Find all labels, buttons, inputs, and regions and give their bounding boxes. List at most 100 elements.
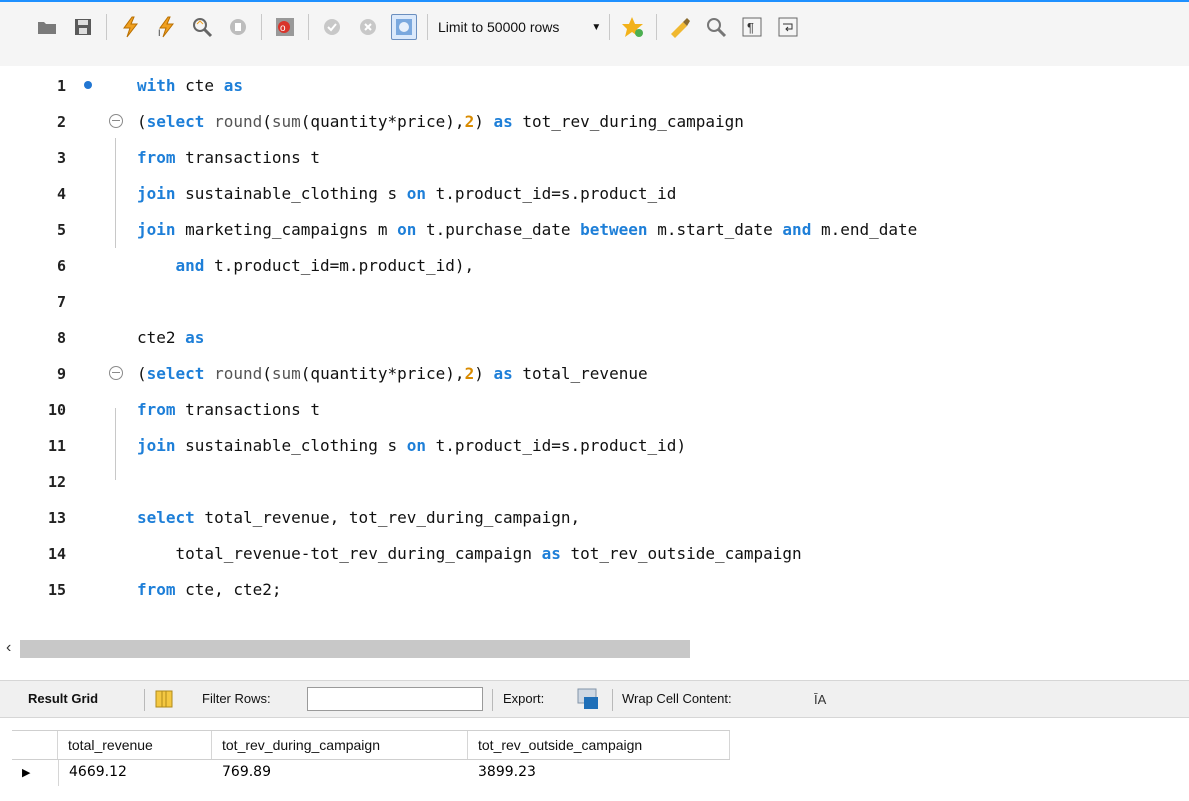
code-text: from transactions t bbox=[137, 400, 321, 419]
current-statement-marker-icon bbox=[84, 81, 92, 89]
table-cell[interactable]: 3899.23 bbox=[468, 760, 730, 786]
code-line[interactable]: 4 join sustainable_clothing s on t.produc… bbox=[0, 179, 1189, 209]
line-number: 15 bbox=[47, 581, 66, 599]
line-number: 9 bbox=[56, 365, 66, 383]
code-line[interactable]: 5 join marketing_campaigns m on t.purchas… bbox=[0, 215, 1189, 245]
scroll-left-icon[interactable]: ‹ bbox=[6, 639, 11, 657]
line-number: 7 bbox=[56, 293, 66, 311]
column-header[interactable]: tot_rev_during_campaign bbox=[212, 731, 468, 759]
code-line[interactable]: 8 cte2 as bbox=[0, 323, 1189, 353]
line-number: 4 bbox=[56, 185, 66, 203]
code-text: join sustainable_clothing s on t.product… bbox=[137, 184, 677, 203]
open-folder-icon[interactable] bbox=[34, 14, 60, 40]
toolbar-separator bbox=[144, 689, 145, 711]
filter-rows-label: Filter Rows: bbox=[202, 691, 271, 706]
commit-icon[interactable] bbox=[319, 14, 345, 40]
code-line[interactable]: 1 with cte as bbox=[0, 71, 1189, 101]
line-number: 8 bbox=[56, 329, 66, 347]
sql-editor[interactable]: 1 with cte as 2 (select round(sum(quantity*… bbox=[0, 66, 1189, 636]
code-line[interactable]: 15 from cte, cte2; bbox=[0, 575, 1189, 605]
toolbar-separator bbox=[106, 14, 107, 40]
code-line[interactable]: 7 bbox=[0, 287, 1189, 317]
bookmark-icon[interactable] bbox=[620, 14, 646, 40]
toggle-error-icon[interactable]: o bbox=[272, 14, 298, 40]
limit-rows-select[interactable]: Limit to 50000 rows ▼ bbox=[438, 14, 601, 40]
row-pointer-icon: ▶ bbox=[22, 766, 31, 779]
execute-icon[interactable] bbox=[117, 14, 143, 40]
code-line[interactable]: 13 select total_revenue, tot_rev_during_c… bbox=[0, 503, 1189, 533]
code-line[interactable]: 11 join sustainable_clothing s on t.produ… bbox=[0, 431, 1189, 461]
code-text: from transactions t bbox=[137, 148, 321, 167]
result-toolbar: Result Grid Filter Rows: Export: Wrap Ce… bbox=[0, 680, 1189, 718]
stop-icon[interactable] bbox=[225, 14, 251, 40]
line-number: 3 bbox=[56, 149, 66, 167]
code-text: join sustainable_clothing s on t.product… bbox=[137, 436, 687, 455]
row-header-corner bbox=[12, 731, 58, 759]
result-grid: total_revenue tot_rev_during_campaign to… bbox=[0, 720, 1189, 801]
code-text: cte2 as bbox=[137, 328, 205, 347]
svg-text:o: o bbox=[280, 23, 286, 34]
beautify-icon[interactable] bbox=[667, 14, 693, 40]
execute-current-icon[interactable]: I bbox=[153, 14, 179, 40]
code-text: with cte as bbox=[137, 76, 243, 95]
wrap-cell-label: Wrap Cell Content: bbox=[622, 691, 732, 706]
line-number: 6 bbox=[56, 257, 66, 275]
limit-rows-label: Limit to 50000 rows bbox=[438, 19, 560, 35]
line-number: 14 bbox=[47, 545, 66, 563]
wrap-cell-icon[interactable]: ĪA bbox=[812, 690, 832, 711]
toolbar-separator bbox=[261, 14, 262, 40]
toolbar-separator bbox=[656, 14, 658, 40]
filter-rows-input[interactable] bbox=[307, 687, 483, 711]
code-line[interactable]: 14 total_revenue-tot_rev_during_campaign… bbox=[0, 539, 1189, 569]
result-grid-tab[interactable]: Result Grid bbox=[28, 691, 98, 706]
code-line[interactable]: 6 and t.product_id=m.product_id), bbox=[0, 251, 1189, 281]
export-label: Export: bbox=[503, 691, 545, 706]
wrap-icon[interactable] bbox=[775, 14, 801, 40]
code-line[interactable]: 9 (select round(sum(quantity*price),2) as… bbox=[0, 359, 1189, 389]
svg-text:ĪA: ĪA bbox=[814, 692, 827, 707]
toolbar-separator bbox=[609, 14, 611, 40]
invisible-chars-icon[interactable]: ¶ bbox=[739, 14, 765, 40]
grid-header: total_revenue tot_rev_during_campaign to… bbox=[12, 730, 730, 760]
column-header[interactable]: total_revenue bbox=[58, 731, 212, 759]
save-icon[interactable] bbox=[70, 14, 96, 40]
table-cell[interactable]: 769.89 bbox=[212, 760, 468, 786]
editor-horizontal-scrollbar[interactable]: ‹ bbox=[0, 636, 1189, 662]
fold-toggle-icon[interactable] bbox=[109, 114, 123, 128]
line-number: 1 bbox=[56, 77, 66, 95]
export-icon[interactable] bbox=[576, 687, 600, 714]
line-number: 13 bbox=[47, 509, 66, 527]
toolbar-separator bbox=[427, 14, 428, 40]
code-text: from cte, cte2; bbox=[137, 580, 282, 599]
find-icon[interactable] bbox=[703, 14, 729, 40]
code-text: join marketing_campaigns m on t.purchase… bbox=[137, 220, 918, 239]
grid-layout-icon[interactable] bbox=[154, 689, 174, 712]
code-text: total_revenue-tot_rev_during_campaign as… bbox=[137, 544, 802, 563]
toolbar-separator bbox=[308, 14, 309, 40]
line-number: 12 bbox=[47, 473, 66, 491]
line-number: 5 bbox=[56, 221, 66, 239]
code-text: and t.product_id=m.product_id), bbox=[175, 256, 475, 275]
code-line[interactable]: 10 from transactions t bbox=[0, 395, 1189, 425]
column-header[interactable]: tot_rev_outside_campaign bbox=[468, 731, 730, 759]
chevron-down-icon: ▼ bbox=[591, 21, 602, 33]
toolbar-buttons: I o Limit to 50000 rows ▼ ¶ bbox=[34, 8, 811, 46]
line-number: 2 bbox=[56, 113, 66, 131]
table-row[interactable]: ▶ 4669.12 769.89 3899.23 bbox=[12, 760, 730, 786]
code-line[interactable]: 3 from transactions t bbox=[0, 143, 1189, 173]
autocommit-icon[interactable] bbox=[391, 14, 417, 40]
explain-icon[interactable] bbox=[189, 14, 215, 40]
scrollbar-thumb[interactable] bbox=[20, 640, 690, 658]
fold-toggle-icon[interactable] bbox=[109, 366, 123, 380]
code-line[interactable]: 2 (select round(sum(quantity*price),2) as… bbox=[0, 107, 1189, 137]
code-text: (select round(sum(quantity*price),2) as … bbox=[137, 112, 744, 131]
toolbar-separator bbox=[492, 689, 493, 711]
svg-text:I: I bbox=[158, 28, 161, 38]
code-line[interactable]: 12 bbox=[0, 467, 1189, 497]
line-number: 10 bbox=[47, 401, 66, 419]
svg-text:¶: ¶ bbox=[747, 20, 754, 35]
table-cell[interactable]: 4669.12 bbox=[58, 760, 212, 786]
code-text: (select round(sum(quantity*price),2) as … bbox=[137, 364, 648, 383]
line-number: 11 bbox=[47, 437, 66, 455]
rollback-icon[interactable] bbox=[355, 14, 381, 40]
